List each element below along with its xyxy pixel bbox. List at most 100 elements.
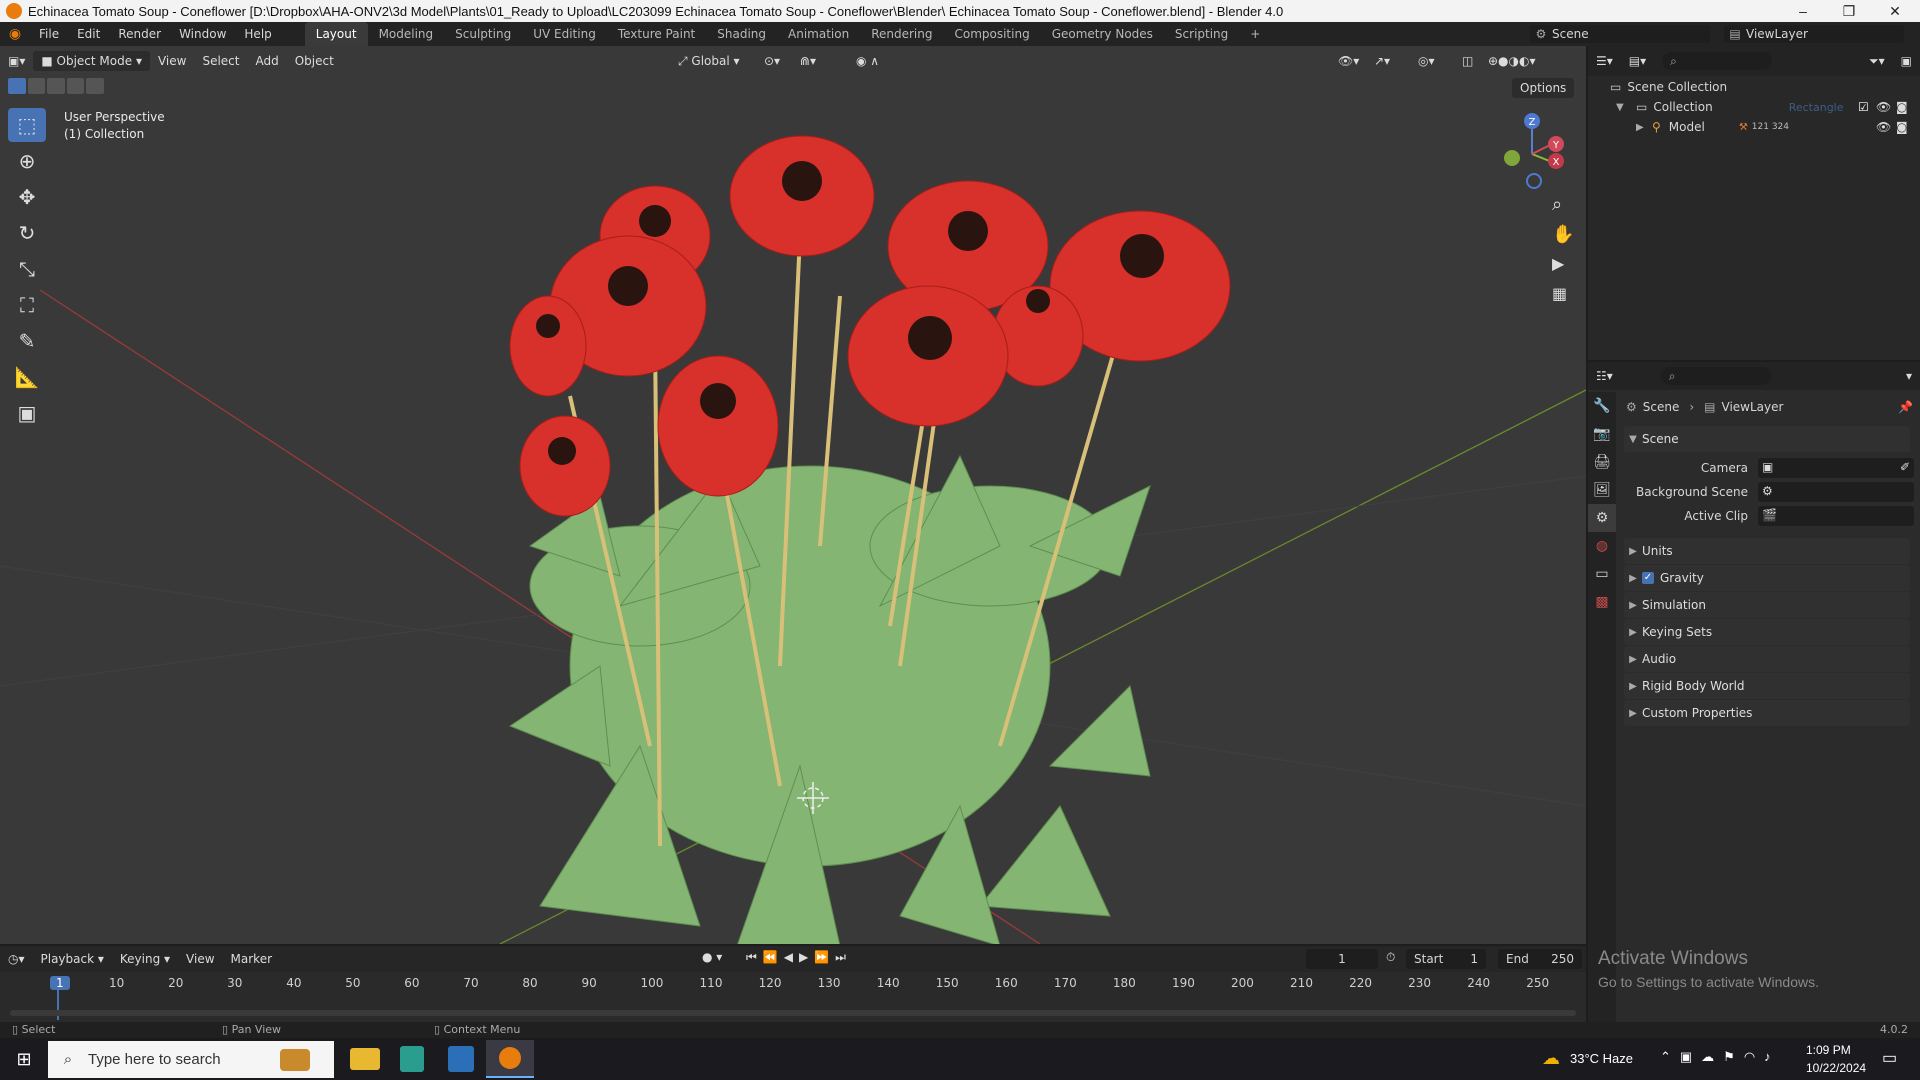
collapse-arrow-icon[interactable]: ▼ (1616, 102, 1636, 113)
current-frame-field[interactable]: 1 (1306, 949, 1378, 969)
pan-hand-icon[interactable]: ✋ (1552, 224, 1574, 245)
file-explorer-icon[interactable] (350, 1048, 380, 1070)
texture-tab-icon[interactable]: ▩ (1588, 588, 1616, 616)
pivot-icon[interactable]: ⊙▾ (756, 51, 788, 71)
menu-help[interactable]: Help (235, 22, 280, 46)
tab-sculpting[interactable]: Sculpting (444, 22, 522, 46)
render-tab-icon[interactable]: 📷 (1588, 420, 1616, 448)
zoom-icon[interactable]: ⌕ (1552, 194, 1562, 215)
tool-tab-icon[interactable]: 🔧 (1588, 392, 1616, 420)
gizmo-toggle-icon[interactable]: ↗▾ (1366, 51, 1398, 71)
scene-panel-header[interactable]: ▼ Scene (1624, 426, 1910, 452)
select-extend-icon[interactable] (27, 78, 46, 94)
menu-file[interactable]: File (30, 22, 68, 46)
view-layer-tab-icon[interactable]: 🖼 (1588, 476, 1616, 504)
tab-geometry-nodes[interactable]: Geometry Nodes (1041, 22, 1164, 46)
transform-tool[interactable]: ⛶ (8, 288, 46, 322)
proportional-edit-icon[interactable]: ◉ ∧ (848, 51, 887, 71)
annotate-tool[interactable]: ✎ (8, 324, 46, 358)
gravity-panel[interactable]: ▶ ✓ Gravity (1624, 565, 1910, 591)
add-workspace-button[interactable]: + (1239, 22, 1271, 46)
clock-time[interactable]: 1:09 PM (1806, 1043, 1851, 1057)
playback-menu[interactable]: Playback ▾ (33, 949, 112, 969)
select-subtract-icon[interactable] (47, 78, 65, 94)
menu-view[interactable]: View (150, 51, 194, 71)
record-icon[interactable]: ● ▾ (702, 950, 722, 964)
model-camera-icon[interactable]: ◙ (1896, 120, 1908, 134)
menu-object[interactable]: Object (287, 51, 342, 71)
gravity-checkbox[interactable]: ✓ (1642, 572, 1654, 584)
clock-date[interactable]: 10/22/2024 (1806, 1061, 1866, 1075)
outliner-search[interactable]: ⌕ (1662, 52, 1773, 70)
weather-label[interactable]: 33°C Haze (1570, 1051, 1633, 1066)
marker-menu[interactable]: Marker (223, 949, 280, 969)
xray-icon[interactable]: ◫ (1454, 51, 1481, 71)
taskbar-search-box[interactable]: ⌕ Type here to search (48, 1041, 334, 1078)
output-tab-icon[interactable]: 🖨 (1588, 448, 1616, 476)
units-panel[interactable]: ▶ Units (1624, 538, 1910, 564)
menu-add[interactable]: Add (247, 51, 286, 71)
outliner-editor-type-icon[interactable]: ☰▾ (1588, 51, 1621, 71)
pin-icon[interactable]: 📌 (1898, 400, 1913, 414)
tab-shading[interactable]: Shading (706, 22, 777, 46)
scale-tool[interactable]: ⤡ (8, 252, 46, 286)
camera-view-icon[interactable]: ▶ (1552, 254, 1564, 273)
scene-selector[interactable]: ⚙ Scene (1530, 25, 1710, 43)
tab-compositing[interactable]: Compositing (943, 22, 1040, 46)
rotate-tool[interactable]: ↻ (8, 216, 46, 250)
outliner-row-collection[interactable]: ▼ ▭ Collection Rectangle ☑ 👁 ◙ (1588, 98, 1920, 116)
end-frame-field[interactable]: End 250 (1498, 949, 1582, 969)
rigid-body-world-panel[interactable]: ▶ Rigid Body World (1624, 673, 1910, 699)
properties-editor-type-icon[interactable]: ☷▾ (1588, 366, 1621, 386)
minimize-button[interactable]: – (1780, 0, 1826, 22)
keying-menu[interactable]: Keying ▾ (112, 949, 178, 969)
app-launcher-icon[interactable] (448, 1046, 474, 1072)
mode-dropdown[interactable]: ■ Object Mode ▾ (33, 51, 150, 71)
outliner-row-scene-collection[interactable]: ▭ Scene Collection (1610, 80, 1727, 94)
select-new-icon[interactable] (8, 78, 26, 94)
clock-icon[interactable]: ⏱ (1386, 950, 1395, 965)
keying-sets-panel[interactable]: ▶ Keying Sets (1624, 619, 1910, 645)
snap-icon[interactable]: ⋒▾ (792, 51, 824, 71)
tab-texture-paint[interactable]: Texture Paint (607, 22, 706, 46)
transform-orientation-dropdown[interactable]: ⤢ Global ▾ (670, 51, 748, 71)
filter-icon[interactable]: ⏷▾ (1861, 51, 1893, 71)
camera-field[interactable]: ▣ ✐ (1758, 458, 1914, 478)
editor-type-icon[interactable]: ▣▾ (0, 51, 33, 71)
new-collection-icon[interactable]: ▣ (1893, 51, 1920, 71)
collection-tab-icon[interactable]: ▭ (1588, 560, 1616, 588)
checkbox-icon[interactable]: ☑ (1858, 100, 1869, 114)
playback-controls[interactable]: ⏮⏪◀▶⏩⏭ (746, 950, 852, 965)
cursor-tool[interactable]: ⊕ (8, 144, 46, 178)
tab-rendering[interactable]: Rendering (860, 22, 943, 46)
tab-layout[interactable]: Layout (304, 22, 368, 46)
options-button[interactable]: Options (1512, 78, 1575, 98)
timeline-view-menu[interactable]: View (178, 949, 222, 969)
select-intersect-icon[interactable] (86, 78, 104, 94)
move-tool[interactable]: ✥ (8, 180, 46, 214)
overlay-toggle-icon[interactable]: ◎▾ (1410, 51, 1443, 71)
close-button[interactable]: ✕ (1872, 0, 1918, 22)
display-mode-icon[interactable]: ▤▾ (1621, 51, 1654, 71)
active-clip-field[interactable]: 🎬 (1758, 506, 1914, 526)
properties-options-icon[interactable]: ▾ (1898, 366, 1920, 386)
timeline-editor-type-icon[interactable]: ◷▾ (0, 949, 33, 969)
tab-uv-editing[interactable]: UV Editing (522, 22, 607, 46)
tab-animation[interactable]: Animation (777, 22, 860, 46)
notification-icon[interactable]: ▭ (1882, 1048, 1897, 1068)
blender-taskbar-button[interactable] (486, 1040, 534, 1078)
3d-viewport[interactable]: Z Y X User Perspective (1) Collection Op… (0, 46, 1586, 944)
visibility-icon[interactable]: 👁▾ (1330, 51, 1367, 71)
eyedropper-icon[interactable]: ✐ (1900, 460, 1910, 474)
tab-scripting[interactable]: Scripting (1164, 22, 1239, 46)
audio-panel[interactable]: ▶ Audio (1624, 646, 1910, 672)
scene-tab-icon[interactable]: ⚙ (1588, 504, 1616, 532)
add-cube-tool[interactable]: ▣ (8, 396, 46, 430)
menu-window[interactable]: Window (170, 22, 235, 46)
simulation-panel[interactable]: ▶ Simulation (1624, 592, 1910, 618)
custom-properties-panel[interactable]: ▶ Custom Properties (1624, 700, 1910, 726)
blender-menu-icon[interactable]: ◉ (0, 26, 30, 42)
menu-select[interactable]: Select (194, 51, 247, 71)
viewlayer-selector[interactable]: ▤ ViewLayer (1724, 25, 1904, 43)
start-frame-field[interactable]: Start 1 (1406, 949, 1486, 969)
